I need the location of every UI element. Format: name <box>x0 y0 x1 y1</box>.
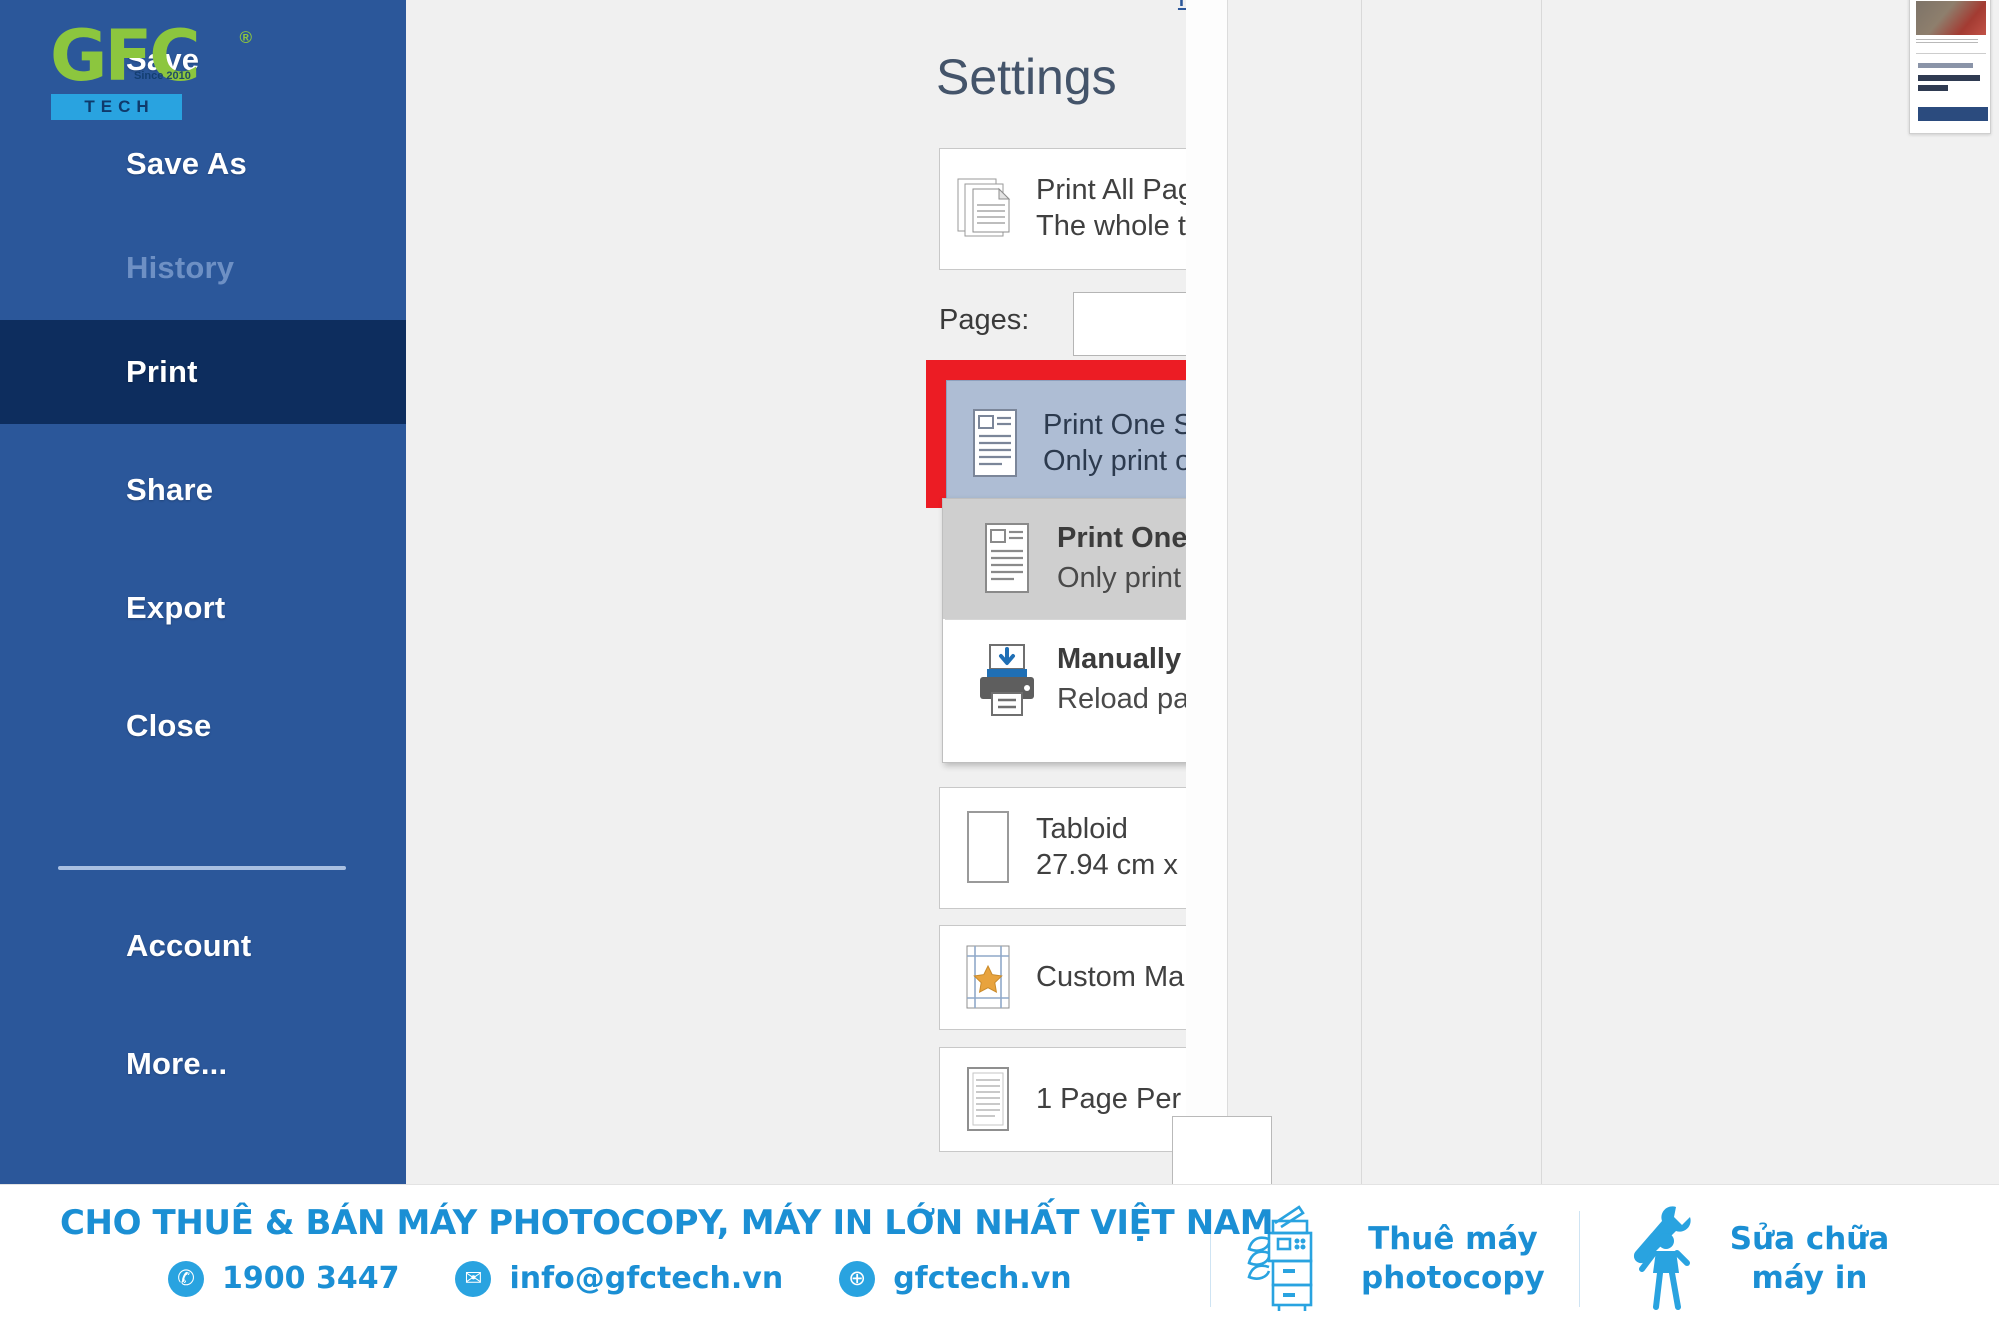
single-page-icon <box>940 1064 1036 1136</box>
backstage-sidebar: Save Save As History Print Share Export … <box>0 0 406 1184</box>
screenshot-root: Save Save As History Print Share Export … <box>0 0 1999 1333</box>
footer-left-block: CHO THUÊ & BÁN MÁY PHOTOCOPY, MÁY IN LỚN… <box>0 1185 1274 1333</box>
technician-icon <box>1614 1201 1706 1318</box>
one-sided-page-icon <box>947 406 1043 482</box>
footer-contacts: ✆ 1900 3447 ✉ info@gfctech.vn ⊕ gfctech.… <box>60 1260 1210 1297</box>
sidebar-item-history[interactable]: History <box>0 216 406 320</box>
thumbnail-heading-small <box>1918 63 1973 68</box>
footer-email-label: info@gfctech.vn <box>509 1261 784 1296</box>
logo-since-text: Since 2010 <box>134 70 191 82</box>
email-icon: ✉ <box>455 1260 492 1297</box>
preview-divider <box>1541 0 1542 1184</box>
sidebar-item-label: More... <box>126 1046 228 1081</box>
gfc-footer-banner: CHO THUÊ & BÁN MÁY PHOTOCOPY, MÁY IN LỚN… <box>0 1184 1999 1333</box>
sidebar-item-share[interactable]: Share <box>0 438 406 542</box>
footer-services: Thuê máy photocopy Sửa chữa máy in <box>1211 1201 1923 1318</box>
logo-tech-bar: TECH <box>51 94 182 120</box>
thumbnail-caption-lines <box>1916 39 1978 44</box>
logo-tech-text: TECH <box>84 97 155 116</box>
preview-page-sheet <box>1172 1116 1272 1184</box>
globe-icon: ⊕ <box>839 1260 876 1297</box>
sidebar-item-label: Account <box>126 928 252 963</box>
sidebar-item-save-as[interactable]: Save As <box>0 112 406 216</box>
registered-mark-icon: ® <box>239 28 252 47</box>
paper-sheet-icon <box>940 808 1036 888</box>
document-thumbnail <box>1909 0 1991 134</box>
sidebar-item-export[interactable]: Export <box>0 556 406 660</box>
footer-contact-phone[interactable]: ✆ 1900 3447 <box>168 1260 400 1297</box>
word-backstage-print-pane: Save Save As History Print Share Export … <box>0 0 1999 1184</box>
sidebar-item-label: Export <box>126 590 226 625</box>
footer-service-printer-repair[interactable]: Sửa chữa máy in <box>1580 1201 1924 1318</box>
sidebar-item-label: Close <box>126 708 212 743</box>
printer-reload-icon <box>957 641 1057 719</box>
footer-contact-email[interactable]: ✉ info@gfctech.vn <box>455 1260 784 1297</box>
footer-service-label: Thuê máy photocopy <box>1361 1221 1545 1296</box>
footer-service-label: Sửa chữa máy in <box>1729 1221 1890 1296</box>
sidebar-item-more[interactable]: More... <box>0 1012 406 1116</box>
sidebar-item-label: Share <box>126 472 214 507</box>
footer-phone-label: 1900 3447 <box>222 1261 400 1296</box>
sidebar-item-label: Print <box>126 354 198 389</box>
footer-contact-website[interactable]: ⊕ gfctech.vn <box>839 1260 1072 1297</box>
gfc-tech-logo: GFC ® Since 2010 TECH <box>50 21 252 120</box>
phone-icon: ✆ <box>168 1260 204 1297</box>
thumbnail-heading-bold-2 <box>1918 85 1948 91</box>
sidebar-item-label: History <box>126 250 235 285</box>
sidebar-item-account[interactable]: Account <box>0 894 406 998</box>
thumbnail-rule <box>1916 53 1986 54</box>
sidebar-item-label: Save As <box>126 146 247 181</box>
sidebar-divider <box>58 866 346 870</box>
sidebar-item-print[interactable]: Print <box>0 320 406 424</box>
preview-gutter <box>1186 0 1228 1184</box>
footer-website-label: gfctech.vn <box>893 1261 1072 1296</box>
print-preview-pane <box>1186 0 1999 1184</box>
thumbnail-band <box>1918 107 1988 121</box>
margins-star-icon <box>940 942 1036 1014</box>
thumbnail-photo <box>1916 1 1986 35</box>
preview-divider <box>1361 0 1362 1184</box>
thumbnail-heading-bold <box>1918 75 1980 81</box>
print-settings-column: Printer Properties Settings <box>406 0 1950 1184</box>
stacked-pages-icon <box>940 174 1036 244</box>
pages-label: Pages: <box>939 304 1030 336</box>
one-sided-page-icon <box>957 520 1057 598</box>
footer-slogan: CHO THUÊ & BÁN MÁY PHOTOCOPY, MÁY IN LỚN… <box>60 1202 1274 1243</box>
settings-heading: Settings <box>936 49 1117 105</box>
sidebar-item-close[interactable]: Close <box>0 674 406 778</box>
